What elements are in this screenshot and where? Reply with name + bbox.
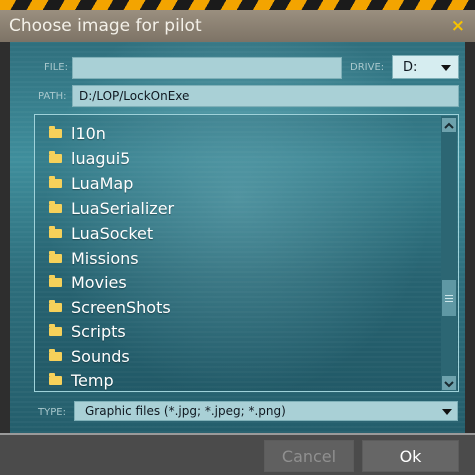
path-label: PATH: [38, 91, 67, 102]
choose-image-dialog: Choose image for pilot × FILE: DRIVE: D:… [0, 0, 475, 475]
folder-name: Sounds [71, 346, 130, 366]
ok-button[interactable]: Ok [362, 440, 459, 472]
dropdown-arrow-icon [442, 409, 452, 415]
list-item[interactable]: l10n [49, 121, 106, 145]
file-name-input[interactable] [72, 57, 342, 79]
folder-icon [49, 250, 62, 263]
folder-name: Movies [71, 272, 127, 292]
list-item[interactable]: Missions [49, 246, 139, 270]
button-bar: Cancel Ok [0, 433, 475, 475]
list-item[interactable]: luagui5 [49, 146, 130, 170]
path-input[interactable]: D:/LOP/LockOnExe [72, 85, 459, 107]
folder-icon [49, 175, 62, 188]
file-type-select[interactable]: Graphic files (*.jpg; *.jpeg; *.png) [74, 401, 458, 421]
title-bar[interactable]: Choose image for pilot × [0, 10, 475, 42]
list-item[interactable]: ScreenShots [49, 295, 171, 319]
chevron-up-icon[interactable] [442, 118, 456, 132]
folder-icon [49, 299, 62, 312]
folder-name: LuaMap [71, 173, 134, 193]
grip-line [445, 301, 453, 302]
list-item[interactable]: Scripts [49, 319, 126, 343]
list-item[interactable]: Temp [49, 368, 114, 391]
chevron-down-icon[interactable] [442, 376, 456, 390]
list-item[interactable]: LuaMap [49, 171, 133, 195]
type-label: TYPE: [38, 407, 66, 418]
folder-list[interactable]: l10n luagui5 LuaMap LuaSerializer LuaSoc… [34, 114, 459, 392]
close-icon[interactable]: × [451, 16, 465, 36]
folder-name: luagui5 [71, 148, 131, 168]
folder-icon [49, 225, 62, 238]
list-item[interactable]: LuaSerializer [49, 196, 174, 220]
drive-value: D: [403, 60, 418, 75]
scroll-thumb[interactable] [442, 280, 456, 316]
hazard-stripe [0, 0, 475, 10]
cancel-button[interactable]: Cancel [264, 440, 354, 472]
folder-name: Temp [71, 370, 114, 390]
folder-icon [49, 150, 62, 163]
folder-icon [49, 274, 62, 287]
dialog-title: Choose image for pilot [9, 16, 202, 36]
folder-icon [49, 125, 62, 138]
dropdown-arrow-icon [441, 65, 451, 71]
grip-line [445, 298, 453, 299]
vertical-scrollbar[interactable] [441, 116, 457, 391]
folder-icon [49, 348, 62, 361]
folder-icon [49, 372, 62, 385]
folder-icon [49, 200, 62, 213]
path-value: D:/LOP/LockOnExe [79, 89, 190, 103]
folder-name: Missions [71, 248, 139, 268]
folder-name: ScreenShots [71, 297, 171, 317]
folder-name: l10n [71, 123, 106, 143]
list-item[interactable]: Movies [49, 270, 127, 294]
grip-line [445, 295, 453, 296]
folder-name: LuaSerializer [71, 198, 175, 218]
list-item[interactable]: Sounds [49, 344, 130, 368]
folder-name: Scripts [71, 321, 126, 341]
file-type-value: Graphic files (*.jpg; *.jpeg; *.png) [85, 404, 286, 418]
list-item[interactable]: LuaSocket [49, 221, 153, 245]
drive-label: DRIVE: [350, 62, 385, 73]
drive-select[interactable]: D: [392, 55, 459, 79]
folder-icon [49, 323, 62, 336]
file-label: FILE: [44, 62, 68, 73]
folder-name: LuaSocket [71, 223, 154, 243]
